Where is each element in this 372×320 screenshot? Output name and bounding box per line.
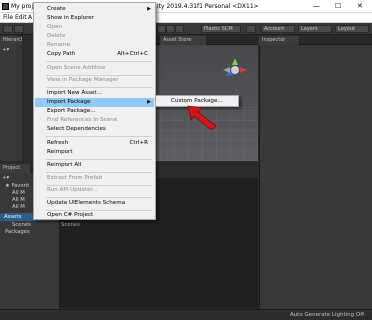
menu-item-reimport-all[interactable]: Reimport All <box>35 161 154 170</box>
menu-item-update-uielements-schema[interactable]: Update UIElements Schema <box>35 199 154 208</box>
menu-assets[interactable]: A <box>28 14 32 21</box>
menu-item-label: Import Package <box>47 99 91 105</box>
menu-item-select-dependencies[interactable]: Select Dependencies <box>35 125 154 134</box>
tab-asset-store[interactable]: Asset Store <box>160 36 206 45</box>
menu-item-label: Update UIElements Schema <box>47 200 126 206</box>
cloud-icon[interactable] <box>246 25 256 33</box>
menu-item-label: Export Package... <box>47 108 96 114</box>
menu-item-label: Reimport All <box>47 162 82 168</box>
menu-file[interactable]: File <box>3 14 13 21</box>
menu-item-label: Show in Explorer <box>47 15 95 21</box>
menu-item-view-in-package-manager: View in Package Manager <box>35 76 154 85</box>
menu-item-reimport[interactable]: Reimport <box>35 148 154 157</box>
menu-item-run-api-updater: Run API Updater... <box>35 186 154 195</box>
favorites-item[interactable]: All M <box>12 190 25 196</box>
menu-item-rename: Rename <box>35 41 154 50</box>
menu-item-export-package[interactable]: Export Package... <box>35 107 154 116</box>
menu-item-delete: Delete <box>35 32 154 41</box>
minimize-button[interactable]: — <box>313 2 320 10</box>
menu-item-label: Select Dependencies <box>47 126 106 132</box>
menu-item-label: Extract From Prefab <box>47 175 103 181</box>
submenu-arrow-icon: ▶ <box>147 6 151 12</box>
menu-item-label: Open Scene Additive <box>47 65 106 71</box>
menu-item-refresh[interactable]: Refresh Ctrl+R <box>35 139 154 148</box>
menu-item-open-csharp-project[interactable]: Open C# Project <box>35 211 154 220</box>
hierarchy-panel: +▾ <box>0 45 22 161</box>
menu-item-create[interactable]: Create ▶ <box>35 5 154 14</box>
status-bar: Auto Generate Lighting Off <box>0 309 372 320</box>
tab-project[interactable]: Project <box>0 164 30 173</box>
menu-item-label: Open C# Project <box>47 212 94 218</box>
favorites-folder[interactable]: ★ Favorit <box>5 183 29 189</box>
packages-folder[interactable]: Packages <box>5 229 30 235</box>
menu-item-label: Create <box>47 6 66 12</box>
menu-item-open: Open <box>35 23 154 32</box>
menu-separator <box>46 136 152 137</box>
menu-item-label: Rename <box>47 42 70 48</box>
inspector-panel <box>259 45 372 309</box>
menu-item-show-in-explorer[interactable]: Show in Explorer <box>35 14 154 23</box>
menu-edit[interactable]: Edit <box>15 14 27 21</box>
move-tool-icon[interactable] <box>14 25 24 33</box>
tab-hierarchy[interactable]: Hierarchy <box>0 36 22 45</box>
menu-item-copy-path[interactable]: Copy Path Alt+Ctrl+C <box>35 50 154 59</box>
hierarchy-tabbar: Hierarchy <box>0 36 22 45</box>
maximize-button[interactable]: ☐ <box>335 2 341 10</box>
content-item-scenes[interactable]: Scenes <box>61 222 80 228</box>
menu-item-import-package[interactable]: Import Package ▶ <box>35 98 154 107</box>
menu-item-label: Find References In Scene <box>47 117 118 123</box>
menu-separator <box>46 172 152 173</box>
menu-separator <box>46 159 152 160</box>
window-title-version: ity 2019.4.31f1 Personal <DX11> <box>157 3 259 10</box>
unity-logo-icon <box>2 3 9 10</box>
project-add-icon[interactable]: +▾ <box>2 175 9 181</box>
menu-item-import-new-asset[interactable]: Import New Asset... <box>35 89 154 98</box>
annotation-arrow-icon <box>187 105 217 131</box>
scenes-folder[interactable]: Scenes <box>12 222 31 228</box>
favorites-label: Favorit <box>11 183 30 189</box>
menu-item-label: Refresh <box>47 140 69 146</box>
scene-gizmo-icon[interactable] <box>222 57 248 83</box>
pause-icon[interactable] <box>166 25 175 33</box>
add-icon[interactable]: +▾ <box>2 47 9 53</box>
close-button[interactable]: ✕ <box>357 2 363 10</box>
favorites-item[interactable]: All M <box>12 204 25 210</box>
submenu-arrow-icon: ▶ <box>147 99 151 105</box>
shortcut-label: Ctrl+R <box>129 140 148 146</box>
shortcut-label: Alt+Ctrl+C <box>117 51 148 57</box>
menu-item-extract-from-prefab: Extract From Prefab <box>35 174 154 183</box>
play-icon[interactable] <box>157 25 166 33</box>
assets-folder: Assets <box>4 214 22 220</box>
menu-separator <box>46 61 152 62</box>
hand-tool-icon[interactable] <box>3 25 13 33</box>
menu-item-label: Copy Path <box>47 51 76 57</box>
plastic-scm-button[interactable]: Plastic SCM <box>201 25 241 33</box>
menu-item-label: Open <box>47 24 62 30</box>
assets-context-menu: Create ▶ Show in Explorer Open Delete Ren… <box>33 2 156 220</box>
layout-dropdown[interactable]: Layout <box>335 25 369 33</box>
menu-item-label: View in Package Manager <box>47 77 119 83</box>
tab-inspector[interactable]: Inspector <box>259 36 299 45</box>
account-dropdown[interactable]: Account <box>261 25 295 33</box>
layers-dropdown[interactable]: Layers <box>298 25 332 33</box>
scene-tabbar: Asset Store <box>146 36 258 45</box>
menu-item-open-scene-additive: Open Scene Additive <box>35 64 154 73</box>
menu-item-label: Delete <box>47 33 66 39</box>
favorites-item[interactable]: All M <box>12 197 25 203</box>
status-text: Auto Generate Lighting Off <box>289 312 364 318</box>
menu-item-label: Import New Asset... <box>47 90 102 96</box>
menu-separator <box>46 197 152 198</box>
menu-item-find-references: Find References In Scene <box>35 116 154 125</box>
menu-item-label: Reimport <box>47 149 73 155</box>
menu-item-label: Run API Updater... <box>47 187 98 193</box>
inspector-tabbar: Inspector <box>259 36 372 45</box>
step-icon[interactable] <box>175 25 184 33</box>
menu-separator <box>46 87 152 88</box>
